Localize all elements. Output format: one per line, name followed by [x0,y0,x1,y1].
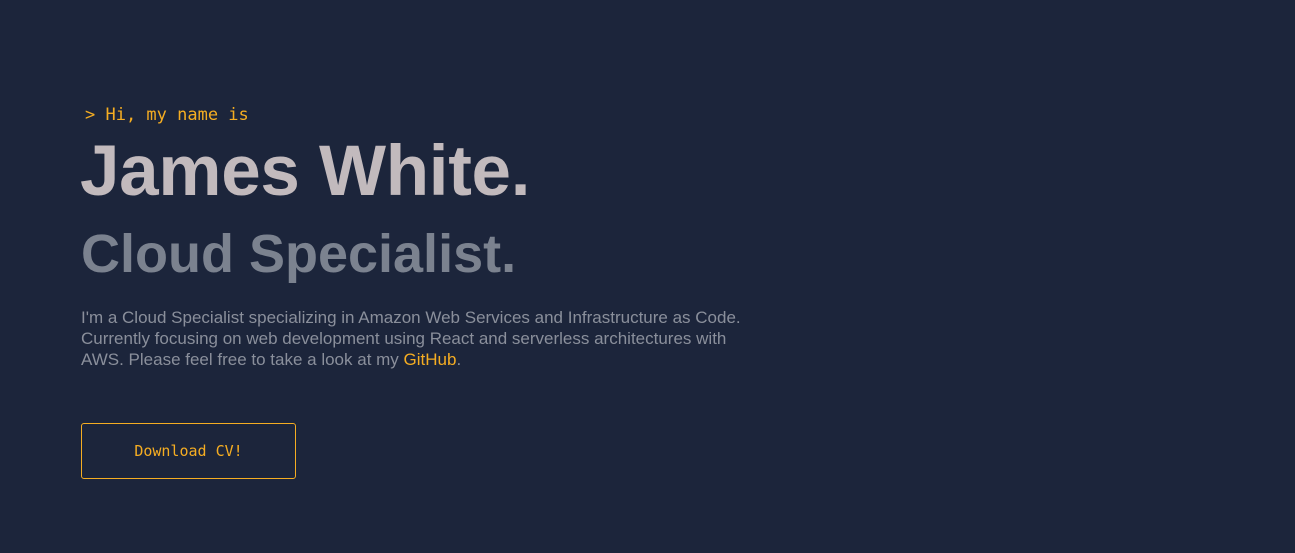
greeting-text: > Hi, my name is [85,105,249,125]
hero-name: James White. [80,132,531,211]
github-link[interactable]: GitHub [404,350,457,369]
hero-role: Cloud Specialist. [81,224,517,284]
bio-paragraph: I'm a Cloud Specialist specializing in A… [81,307,741,370]
download-cv-button[interactable]: Download CV! [81,423,296,479]
bio-period: . [456,350,462,369]
